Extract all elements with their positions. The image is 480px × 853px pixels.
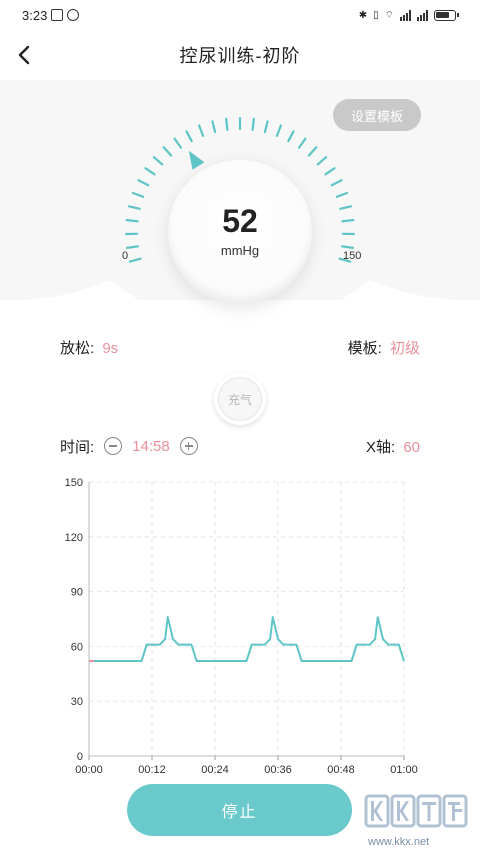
gauge-tick <box>144 167 156 176</box>
nav-bar: 控尿训练-初阶 <box>0 30 480 80</box>
x-tick-label: 00:48 <box>327 764 355 776</box>
gauge-tick <box>251 117 255 131</box>
gauge-tick <box>137 179 150 187</box>
gauge-max-label: 150 <box>343 250 362 262</box>
gauge-tick <box>131 191 145 198</box>
time-increase-button[interactable] <box>179 437 198 455</box>
gauge-tick <box>324 167 336 176</box>
time-control: 时间: 14:58 <box>60 436 198 457</box>
back-button[interactable] <box>8 39 40 71</box>
gauge-tick <box>297 137 307 149</box>
relax-label: 放松: <box>60 339 95 357</box>
gauge-tick <box>127 205 141 210</box>
y-tick-label: 120 <box>65 532 83 544</box>
gauge-tick <box>287 130 295 143</box>
y-tick-label: 30 <box>71 696 83 708</box>
gauge-tick <box>316 156 328 166</box>
time-xaxis-row: 时间: 14:58 X轴: 60 <box>60 434 420 458</box>
y-tick-label: 0 <box>77 751 83 763</box>
gauge-tick <box>335 191 349 198</box>
y-tick-label: 60 <box>71 641 83 653</box>
template-value: 初级 <box>389 339 420 357</box>
gauge-min-label: 0 <box>122 250 129 262</box>
gauge-tick <box>225 117 229 131</box>
gauge-tick <box>263 120 269 134</box>
inflate-button[interactable]: 充气 <box>214 373 266 425</box>
x-tick-label: 00:12 <box>138 764 166 776</box>
chart-grid <box>88 481 405 757</box>
chevron-left-icon <box>18 45 30 65</box>
gauge-pointer <box>188 150 205 170</box>
time-decrease-button[interactable] <box>104 437 123 455</box>
gauge-tick <box>128 257 142 263</box>
gauge-tick <box>341 218 355 223</box>
chart-series <box>89 616 405 663</box>
gauge-tick <box>152 156 164 166</box>
relax-value: 9s <box>102 339 119 357</box>
time-label: 时间: <box>60 438 95 456</box>
gauge-tick <box>162 146 173 157</box>
gauge-tick <box>330 179 343 187</box>
relax-info: 放松: 9s <box>60 337 118 358</box>
xaxis-value: 60 <box>403 438 420 456</box>
bluetooth-icon: ✱ <box>358 9 368 21</box>
gauge-unit: mmHg <box>220 243 260 258</box>
x-tick-label: 01:00 <box>390 764 418 776</box>
signal-icon-2 <box>417 9 428 21</box>
relax-template-row: 放松: 9s 模板: 初级 <box>60 335 420 359</box>
gauge-tick <box>185 130 193 143</box>
xaxis-info: X轴: 60 <box>366 436 420 457</box>
y-tick-label: 90 <box>71 587 83 599</box>
signal-icon <box>400 9 411 21</box>
gauge-tick <box>307 146 318 157</box>
status-left: 3:23 <box>22 7 80 23</box>
gauge-tick <box>340 245 354 249</box>
nfc-icon <box>51 9 64 21</box>
template-info: 模板: 初级 <box>348 337 420 358</box>
alarm-icon <box>67 9 80 21</box>
battery-icon <box>434 9 459 21</box>
status-right: ✱ ▯ ⌔ <box>358 9 459 22</box>
set-template-button[interactable]: 设置模板 <box>333 99 421 131</box>
gauge-tick <box>211 120 217 134</box>
status-bar: 3:23 ✱ ▯ ⌔ <box>0 0 480 30</box>
xaxis-label: X轴: <box>365 438 396 456</box>
pressure-chart: 0 30 60 90 120 150 00:00 00:12 00:24 00:36 00:48 01… <box>65 477 418 776</box>
chart-axes <box>88 482 405 760</box>
pressure-series-line <box>89 616 405 663</box>
chart-labels: 0 30 60 90 120 150 00:00 00:12 00:24 00:36 00:48 01… <box>65 477 418 776</box>
gauge-tick <box>125 218 139 223</box>
vibrate-icon: ▯ <box>373 9 379 21</box>
page-title: 控尿训练-初阶 <box>179 46 301 66</box>
status-time: 3:23 <box>22 7 48 23</box>
y-tick-label: 150 <box>65 477 83 489</box>
time-value: 14:58 <box>132 437 170 455</box>
wifi-icon: ⌔ <box>384 9 394 21</box>
gauge-tick <box>198 124 205 137</box>
gauge-tick <box>339 205 353 210</box>
gauge-tick <box>126 245 140 249</box>
template-label: 模板: <box>347 339 382 357</box>
x-tick-label: 00:00 <box>75 764 103 776</box>
x-tick-label: 00:36 <box>264 764 292 776</box>
gauge-tick <box>173 137 183 149</box>
gauge-tick <box>275 124 282 137</box>
x-tick-label: 00:24 <box>201 764 229 776</box>
stop-button[interactable]: 停止 <box>127 784 352 836</box>
gauge-value: 52 <box>222 203 258 239</box>
watermark-site: www.kkx.net <box>368 836 430 848</box>
